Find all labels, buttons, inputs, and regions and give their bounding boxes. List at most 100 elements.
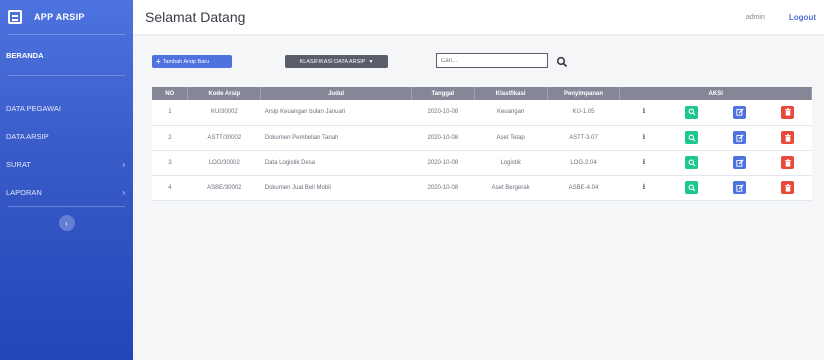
logout-link[interactable]: Logout bbox=[789, 13, 816, 22]
search-input[interactable] bbox=[436, 53, 548, 68]
cell-judul: Arsip Keuangan bulan Januari bbox=[260, 100, 412, 126]
cell-download: ⭳ bbox=[619, 175, 668, 201]
sidebar-item-laporan[interactable]: LAPORAN › bbox=[0, 178, 133, 206]
sidebar-item-surat[interactable]: SURAT › bbox=[0, 150, 133, 178]
cell-view bbox=[667, 125, 716, 151]
cell-tanggal: 2020-10-08 bbox=[411, 100, 475, 126]
add-archive-button[interactable]: + Tambah Arsip Baru bbox=[152, 55, 232, 68]
col-tanggal: Tanggal bbox=[411, 87, 475, 100]
col-aksi: AKSI bbox=[619, 87, 812, 100]
col-penyimpanan: Penyimpanan bbox=[547, 87, 621, 100]
cell-no: 2 bbox=[152, 125, 188, 151]
cell-delete bbox=[763, 175, 812, 201]
edit-icon bbox=[735, 158, 744, 167]
cell-edit bbox=[715, 150, 764, 176]
download-icon[interactable]: ⭳ bbox=[642, 157, 645, 166]
sidebar-item-label: DATA PEGAWAI bbox=[6, 103, 62, 113]
table-row: 2 ASTT/30002 Dokumen Pembelian Tanah 202… bbox=[152, 125, 812, 151]
archive-icon bbox=[8, 10, 22, 24]
table-row: 4 ASBE/30002 Dokumen Jual Beli Mobil 202… bbox=[152, 175, 812, 201]
cell-edit bbox=[715, 100, 764, 126]
sidebar: APP ARSIP BERANDA DATA PEGAWAI DATA ARSI… bbox=[0, 0, 133, 360]
table-row: 3 LOG/30002 Data Logistik Desa 2020-10-0… bbox=[152, 150, 812, 176]
brand[interactable]: APP ARSIP bbox=[0, 0, 133, 34]
download-icon[interactable]: ⭳ bbox=[642, 106, 645, 115]
sidebar-toggle-button[interactable]: ‹ bbox=[58, 215, 75, 231]
sidebar-divider bbox=[8, 206, 125, 207]
col-kode: Kode Arsip bbox=[187, 87, 262, 100]
search-icon[interactable] bbox=[556, 56, 568, 68]
sidebar-item-data-pegawai[interactable]: DATA PEGAWAI bbox=[0, 94, 133, 122]
zoom-icon bbox=[688, 108, 696, 116]
edit-button[interactable] bbox=[733, 181, 747, 194]
cell-klasifikasi: Aset Tetap bbox=[474, 125, 548, 151]
cell-view bbox=[667, 150, 716, 176]
sidebar-item-beranda[interactable]: BERANDA bbox=[0, 35, 133, 75]
cell-download: ⭳ bbox=[619, 100, 668, 126]
cell-judul: Dokumen Jual Beli Mobil bbox=[260, 175, 412, 201]
cell-no: 3 bbox=[152, 150, 188, 176]
col-no: NO bbox=[152, 87, 189, 100]
zoom-icon bbox=[688, 159, 696, 166]
cell-tanggal: 2020-10-08 bbox=[411, 150, 475, 176]
edit-button[interactable] bbox=[733, 131, 747, 144]
edit-button[interactable] bbox=[733, 156, 747, 169]
cell-klasifikasi: Keuangan bbox=[474, 100, 548, 126]
delete-button[interactable] bbox=[781, 131, 795, 144]
trash-icon bbox=[784, 158, 791, 167]
chevron-right-icon: › bbox=[122, 187, 125, 197]
cell-delete bbox=[763, 100, 812, 126]
cell-penyimpanan: LOG-2.04 bbox=[547, 150, 620, 176]
topbar: Selamat Datang admin Logout bbox=[133, 0, 824, 34]
cell-tanggal: 2020-10-08 bbox=[411, 175, 475, 201]
cell-no: 4 bbox=[152, 175, 188, 201]
cell-penyimpanan: ASBE-4.04 bbox=[547, 175, 620, 201]
cell-tanggal: 2020-10-08 bbox=[411, 125, 475, 151]
cell-judul: Dokumen Pembelian Tanah bbox=[260, 125, 412, 151]
view-button[interactable] bbox=[685, 181, 699, 194]
cell-delete bbox=[763, 150, 812, 176]
trash-icon bbox=[784, 108, 791, 116]
cell-klasifikasi: Aset Bergerak bbox=[474, 175, 548, 201]
download-icon[interactable]: ⭳ bbox=[642, 182, 645, 191]
cell-edit bbox=[715, 175, 764, 201]
view-button[interactable] bbox=[685, 156, 699, 169]
sidebar-item-label: LAPORAN bbox=[6, 187, 42, 197]
cell-download: ⭳ bbox=[619, 125, 668, 151]
cell-penyimpanan: ASTT-3.07 bbox=[547, 125, 620, 151]
edit-button[interactable] bbox=[733, 105, 747, 119]
trash-icon bbox=[784, 133, 791, 142]
cell-view bbox=[667, 175, 716, 201]
delete-button[interactable] bbox=[781, 156, 795, 169]
sidebar-item-label: DATA ARSIP bbox=[6, 131, 49, 141]
delete-button[interactable] bbox=[781, 105, 795, 119]
sidebar-item-label: BERANDA bbox=[6, 50, 44, 60]
col-judul: Judul bbox=[260, 87, 412, 100]
zoom-icon bbox=[688, 184, 696, 191]
table-row: 1 KU/30002 Arsip Keuangan bulan Januari … bbox=[152, 100, 812, 126]
sidebar-item-label: SURAT bbox=[6, 159, 31, 169]
edit-icon bbox=[735, 133, 744, 142]
cell-delete bbox=[763, 125, 812, 151]
user-name[interactable]: admin bbox=[746, 14, 765, 21]
download-icon[interactable]: ⭳ bbox=[642, 132, 645, 141]
table-header-row: NO Kode Arsip Judul Tanggal Klasifikasi … bbox=[152, 87, 812, 100]
cell-edit bbox=[715, 125, 764, 151]
view-button[interactable] bbox=[685, 105, 699, 119]
edit-icon bbox=[735, 108, 744, 116]
classification-dropdown[interactable]: KLASIFIKASI DATA ARSIP ▼ bbox=[285, 55, 388, 68]
sidebar-item-data-arsip[interactable]: DATA ARSIP bbox=[0, 122, 133, 150]
cell-kode: ASBE/30002 bbox=[187, 175, 261, 201]
plus-icon: + bbox=[156, 57, 161, 66]
edit-icon bbox=[735, 183, 744, 192]
cell-download: ⭳ bbox=[619, 150, 668, 176]
trash-icon bbox=[784, 183, 791, 192]
cell-no: 1 bbox=[152, 100, 188, 126]
app-title: APP ARSIP bbox=[34, 12, 85, 22]
archive-table: NO Kode Arsip Judul Tanggal Klasifikasi … bbox=[152, 87, 812, 201]
delete-button[interactable] bbox=[781, 181, 795, 194]
cell-judul: Data Logistik Desa bbox=[260, 150, 412, 176]
cell-klasifikasi: Logistik bbox=[474, 150, 548, 176]
cell-kode: LOG/30002 bbox=[187, 150, 261, 176]
view-button[interactable] bbox=[685, 131, 699, 144]
